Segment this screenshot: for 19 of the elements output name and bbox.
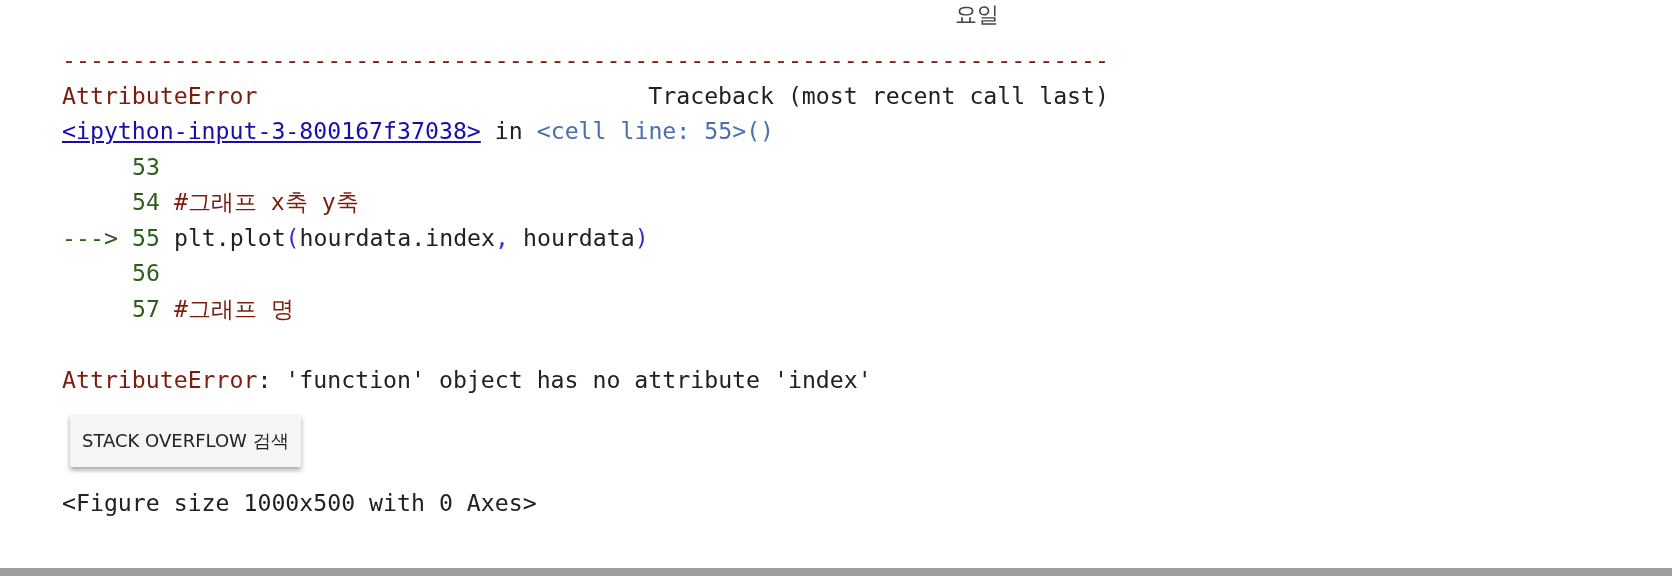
line-number: 55 (132, 222, 160, 253)
line-number: 53 (132, 151, 160, 182)
error-message: AttributeError: 'function' object has no attribute 'index' (62, 364, 872, 395)
current-line-arrow: ---> (62, 222, 119, 253)
separator-line: --------------------------------------------------------------------------- (62, 45, 1109, 75)
line-number: 54 (132, 187, 160, 217)
code-line: #그래프 x축 y축 (173, 187, 359, 217)
traceback-header: Traceback (most recent call last) (648, 80, 1109, 111)
in-text: in (494, 116, 523, 146)
output-text: <Figure size 1000x500 with 0 Axes> (62, 488, 537, 518)
code-line: #그래프 명 (173, 293, 294, 324)
code-line: plt.plot(hourdata.index, hourdata) (173, 222, 649, 253)
stack-overflow-search-button[interactable]: STACK OVERFLOW 검색 (70, 415, 301, 467)
line-number: 56 (132, 258, 160, 288)
cell-reference: <cell line: 55>() (536, 116, 775, 146)
heading-text: 요일 (955, 1, 999, 29)
file-link[interactable]: <ipython-input-3-800167f37038> (62, 113, 481, 149)
error-name: AttributeError (62, 80, 258, 111)
line-number: 57 (132, 293, 160, 324)
